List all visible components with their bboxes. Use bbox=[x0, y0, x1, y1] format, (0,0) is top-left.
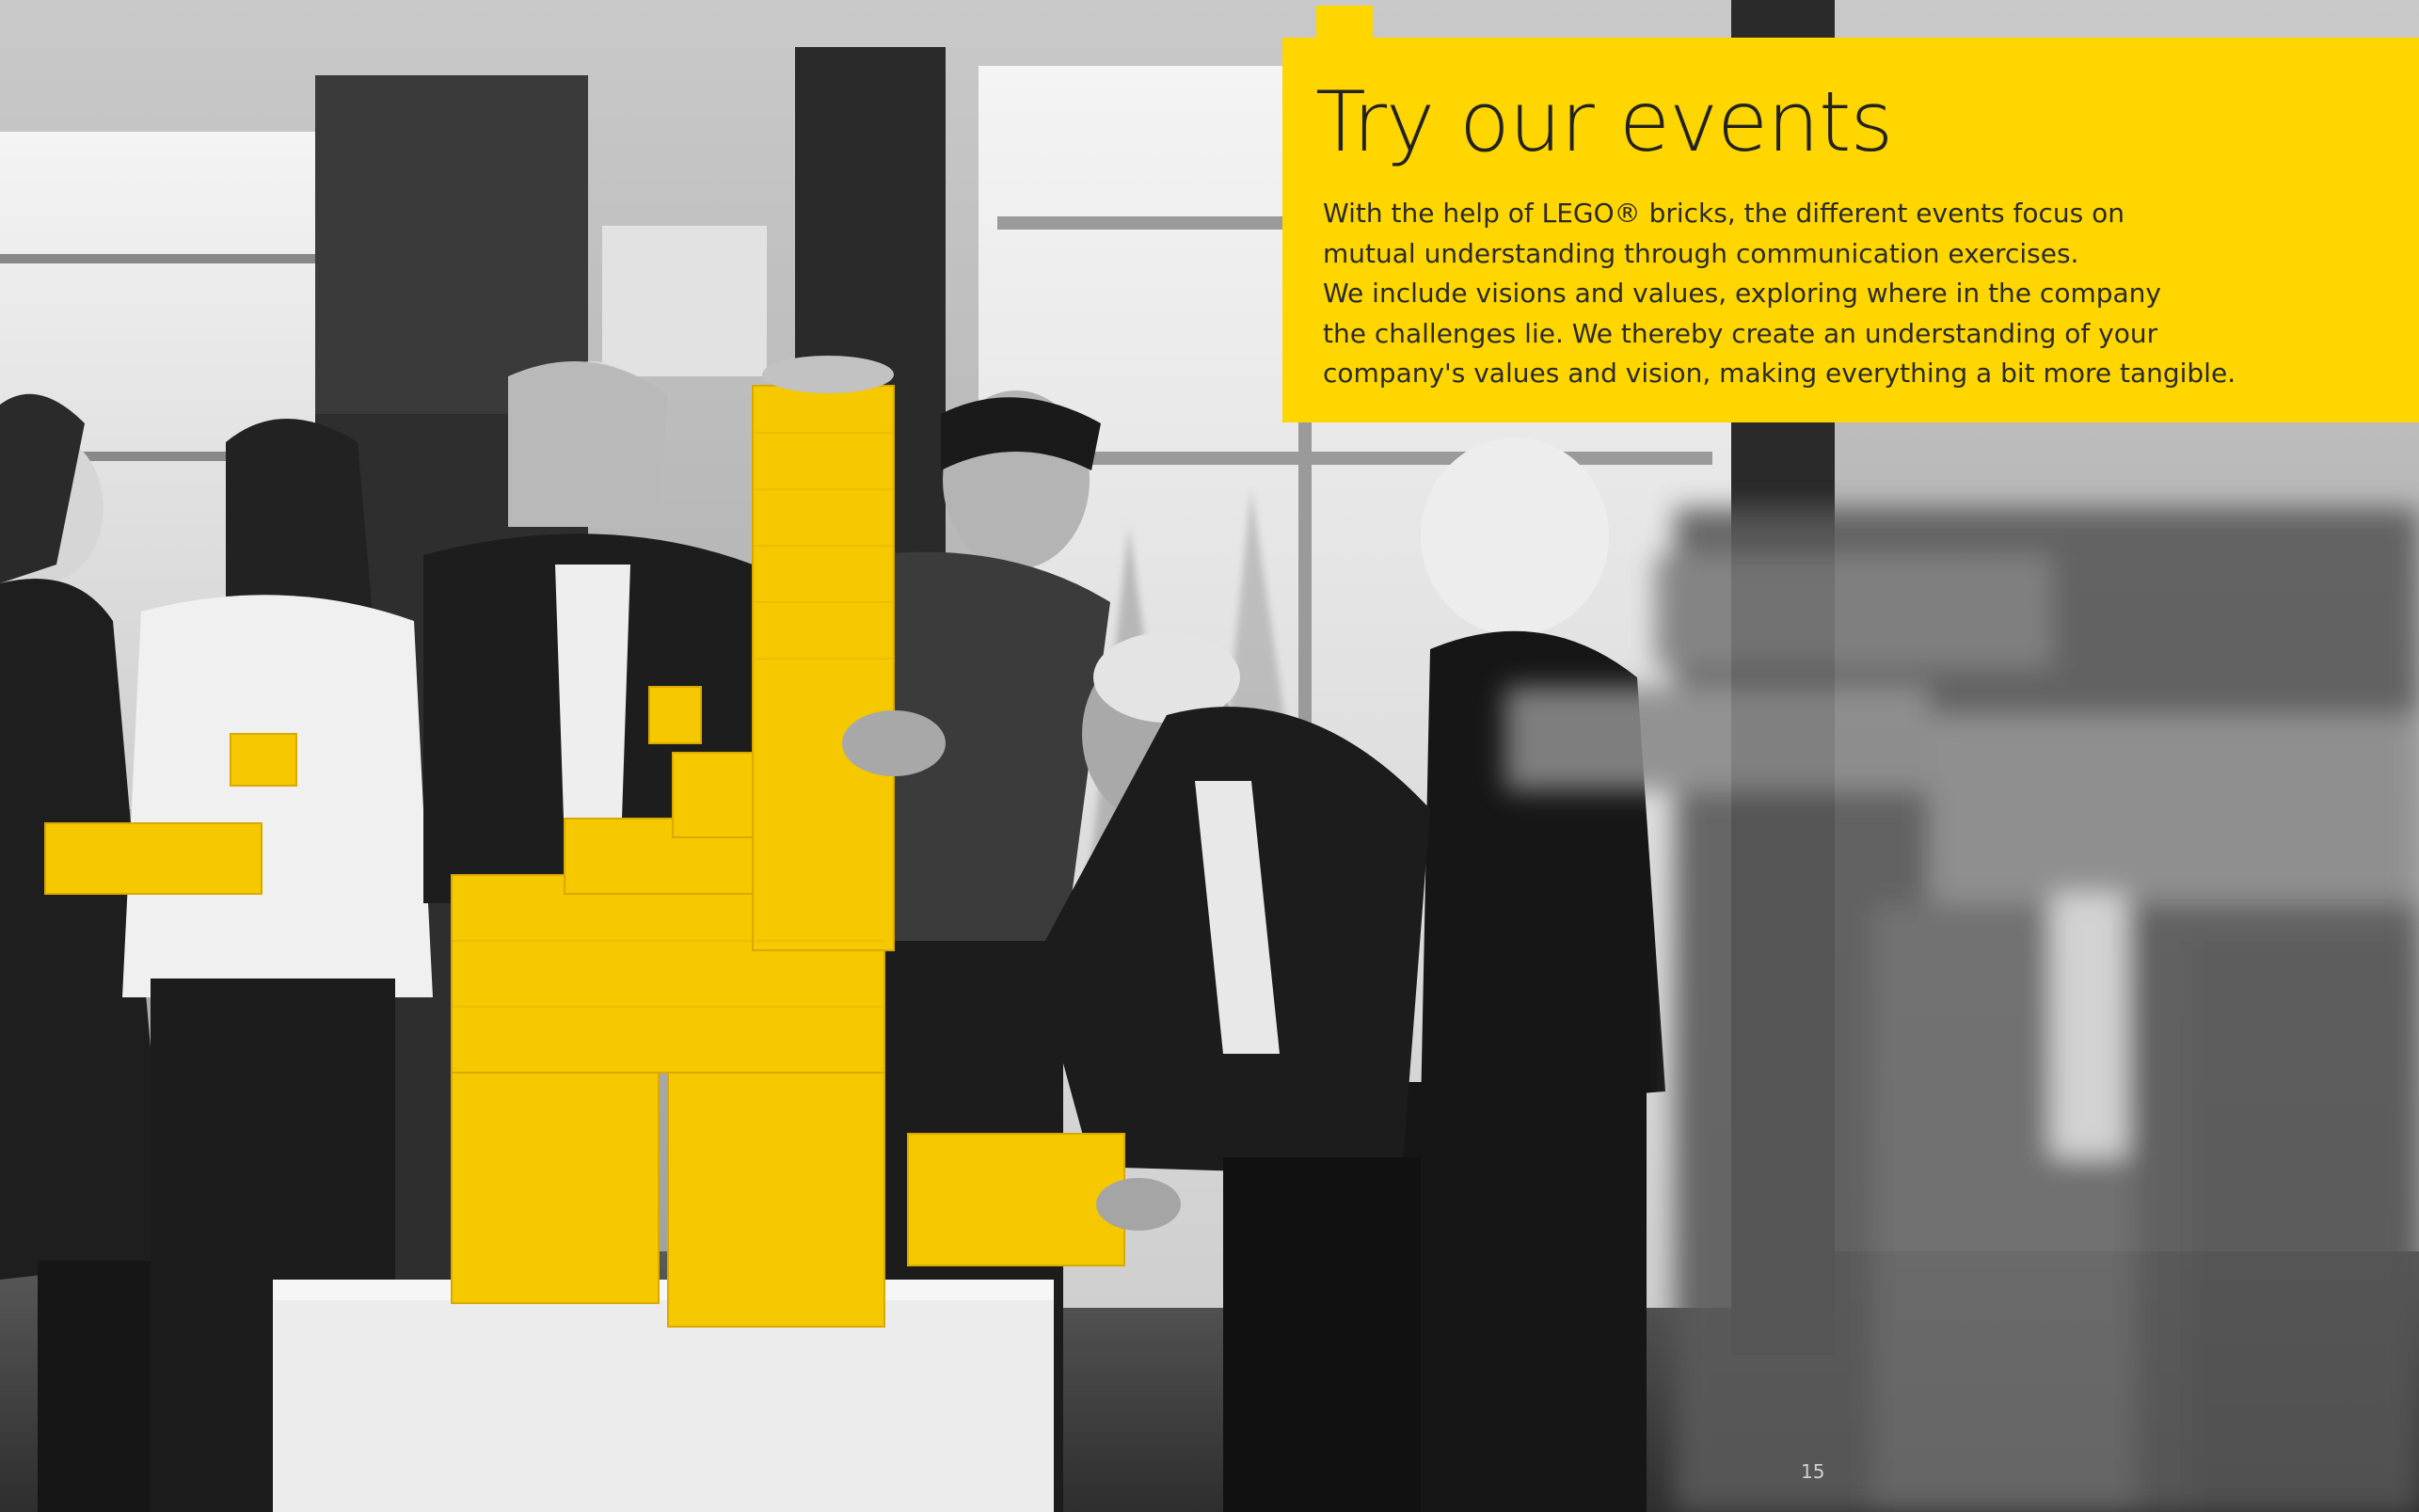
yellow-tab-accent bbox=[1316, 6, 1373, 40]
body-line: With the help of LEGO® bricks, the diffe… bbox=[1323, 198, 2125, 229]
body-line: the challenges lie. We thereby create an… bbox=[1323, 317, 2158, 349]
body-line: mutual understanding through communicati… bbox=[1323, 237, 2079, 269]
page-title: Try our events bbox=[1315, 73, 1893, 170]
body-paragraph: With the help of LEGO® bricks, the diffe… bbox=[1323, 194, 2283, 394]
body-line: company's values and vision, making ever… bbox=[1323, 358, 2236, 390]
body-line: We include visions and values, exploring… bbox=[1323, 278, 2161, 310]
page-number: 15 bbox=[1801, 1460, 1825, 1483]
